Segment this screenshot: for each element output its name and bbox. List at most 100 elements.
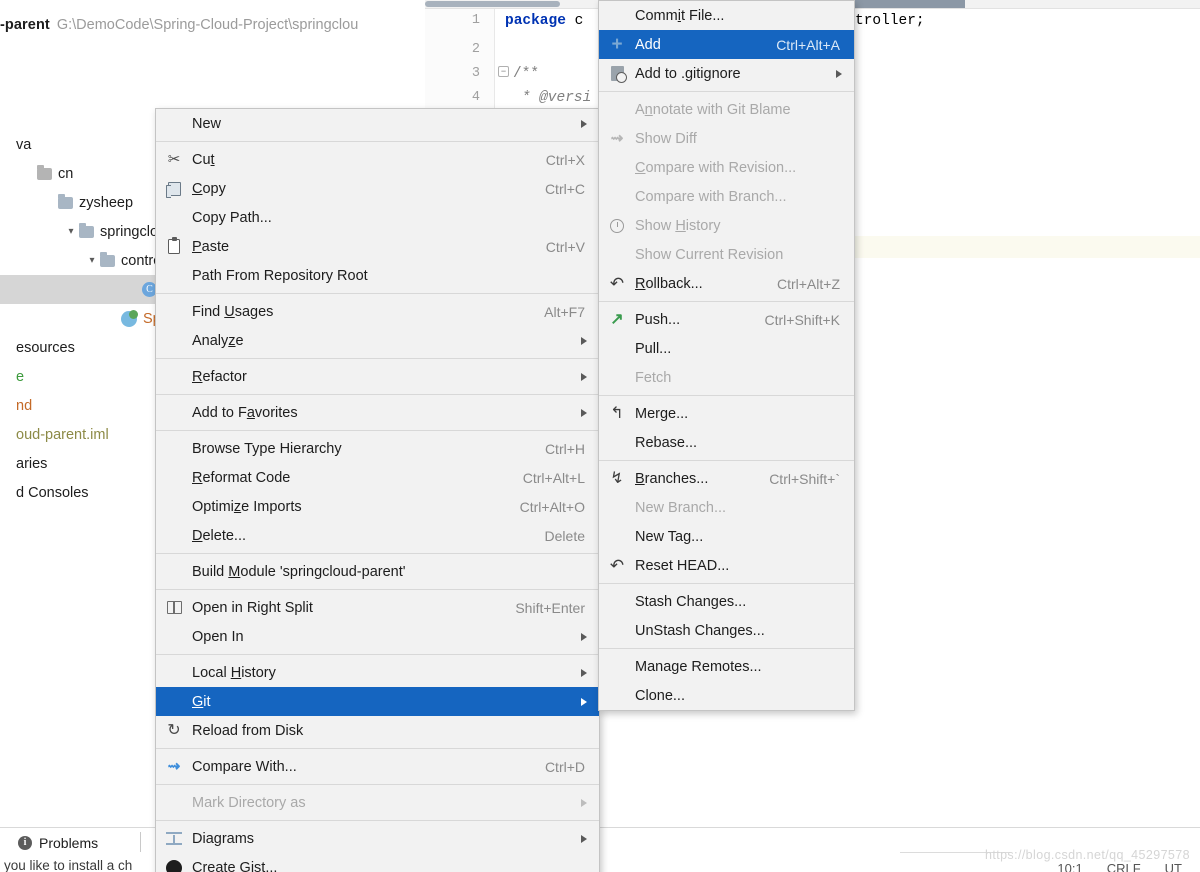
ide-screenshot: -parent G:\DemoCode\Spring-Cloud-Project… xyxy=(0,0,1200,872)
menu-item-add[interactable]: + Add Ctrl+Alt+A xyxy=(599,30,854,59)
editor-code-line: * @versi xyxy=(513,90,592,106)
menu-item-icon-slot: ↰ xyxy=(599,405,635,422)
menu-item-shortcut: Ctrl+Shift+K xyxy=(764,311,840,328)
menu-item-shortcut: Ctrl+Shift+` xyxy=(769,470,840,487)
menu-item-stash-changes[interactable]: Stash Changes... xyxy=(599,587,854,616)
rollback-icon: ↶ xyxy=(609,274,625,293)
editor-line-number: 1 xyxy=(471,13,480,28)
tree-item-label: d Consoles xyxy=(16,484,89,501)
menu-item-icon-slot xyxy=(599,218,635,233)
menu-item-build-module-springcloud-parent[interactable]: Build Module 'springcloud-parent' xyxy=(156,557,599,586)
split-view-icon xyxy=(166,601,182,614)
menu-item-label: UnStash Changes... xyxy=(635,622,765,639)
menu-separator xyxy=(599,301,854,302)
menu-item-open-in-right-split[interactable]: Open in Right Split Shift+Enter xyxy=(156,593,599,622)
menu-item-icon-slot: ↶ xyxy=(599,275,635,292)
menu-item-pull[interactable]: Pull... xyxy=(599,334,854,363)
menu-item-shortcut: Ctrl+C xyxy=(544,180,585,197)
menu-item-label: Pull... xyxy=(635,340,672,357)
menu-item-git[interactable]: Git xyxy=(156,687,599,716)
menu-item-find-usages[interactable]: Find Usages Alt+F7 xyxy=(156,297,599,326)
menu-separator xyxy=(156,784,599,785)
code-fold-icon[interactable]: − xyxy=(498,66,509,77)
menu-item-label: Open In xyxy=(192,628,244,645)
menu-item-label: Show History xyxy=(635,217,721,234)
editor-highlight-band xyxy=(855,236,1200,258)
folder-icon xyxy=(58,193,73,209)
notification-text: you like to install a ch xyxy=(4,858,133,872)
menu-item-clone[interactable]: Clone... xyxy=(599,681,854,710)
menu-item-icon-slot xyxy=(156,832,192,845)
menu-item-rebase[interactable]: Rebase... xyxy=(599,428,854,457)
menu-item-open-in[interactable]: Open In xyxy=(156,622,599,651)
submenu-arrow-icon xyxy=(581,632,587,641)
submenu-arrow-icon xyxy=(581,834,587,843)
menu-item-reformat-code[interactable]: Reformat Code Ctrl+Alt+L xyxy=(156,463,599,492)
menu-item-new-tag[interactable]: New Tag... xyxy=(599,522,854,551)
menu-item-show-history: Show History xyxy=(599,211,854,240)
menu-item-diagrams[interactable]: Diagrams xyxy=(156,824,599,853)
menu-item-label: Merge... xyxy=(635,405,689,422)
menu-item-label: New Branch... xyxy=(635,499,727,516)
menu-item-label: Mark Directory as xyxy=(192,794,306,811)
menu-item-branches[interactable]: ↯ Branches... Ctrl+Shift+` xyxy=(599,464,854,493)
menu-item-cut[interactable]: ✂ Cut Ctrl+X xyxy=(156,145,599,174)
menu-item-delete[interactable]: Delete... Delete xyxy=(156,521,599,550)
chevron-down-icon[interactable]: ▾ xyxy=(84,255,100,266)
tab-problems[interactable]: i Problems xyxy=(18,831,98,855)
menu-item-label: Diagrams xyxy=(192,830,255,847)
menu-item-reset-head[interactable]: ↶ Reset HEAD... xyxy=(599,551,854,580)
rollback-icon: ↶ xyxy=(609,556,625,575)
menu-item-copy-path[interactable]: Copy Path... xyxy=(156,203,599,232)
menu-item-label: Annotate with Git Blame xyxy=(635,101,791,118)
menu-item-browse-type-hierarchy[interactable]: Browse Type Hierarchy Ctrl+H xyxy=(156,434,599,463)
menu-item-label: Paste xyxy=(192,238,230,255)
menu-item-create-gist[interactable]: Create Gist... xyxy=(156,853,599,872)
show-diff-icon: ⇝ xyxy=(610,130,624,147)
status-item[interactable]: 10:1 xyxy=(1057,861,1082,872)
menu-item-merge[interactable]: ↰ Merge... xyxy=(599,399,854,428)
menu-item-new[interactable]: New xyxy=(156,109,599,138)
menu-item-compare-with[interactable]: ⇝ Compare With... Ctrl+D xyxy=(156,752,599,781)
menu-item-label: Reset HEAD... xyxy=(635,557,730,574)
editor-scroll-segment[interactable] xyxy=(840,0,965,8)
menu-item-push[interactable]: ↗ Push... Ctrl+Shift+K xyxy=(599,305,854,334)
menu-item-paste[interactable]: Paste Ctrl+V xyxy=(156,232,599,261)
menu-item-unstash-changes[interactable]: UnStash Changes... xyxy=(599,616,854,645)
editor-line-number: 2 xyxy=(471,42,480,57)
file-context-menu[interactable]: New ✂ Cut Ctrl+X Copy Ctrl+C Copy Path... Paste… xyxy=(155,108,600,872)
tree-item-label: cn xyxy=(58,165,74,182)
chevron-down-icon[interactable]: ▾ xyxy=(63,226,79,237)
menu-item-commit-file[interactable]: Commit File... xyxy=(599,1,854,30)
editor-scroll-thumb[interactable] xyxy=(425,1,560,7)
menu-item-optimize-imports[interactable]: Optimize Imports Ctrl+Alt+O xyxy=(156,492,599,521)
menu-item-add-to-favorites[interactable]: Add to Favorites xyxy=(156,398,599,427)
menu-item-local-history[interactable]: Local History xyxy=(156,658,599,687)
copy-icon xyxy=(165,181,181,198)
menu-item-rollback[interactable]: ↶ Rollback... Ctrl+Alt+Z xyxy=(599,269,854,298)
menu-item-analyze[interactable]: Analyze xyxy=(156,326,599,355)
menu-item-show-current-revision: Show Current Revision xyxy=(599,240,854,269)
menu-item-new-branch: New Branch... xyxy=(599,493,854,522)
submenu-arrow-icon xyxy=(581,119,587,128)
submenu-arrow-icon xyxy=(581,798,587,807)
menu-item-icon-slot xyxy=(599,66,635,83)
menu-item-label: New Tag... xyxy=(635,528,704,545)
plus-icon: + xyxy=(611,34,623,55)
menu-item-reload-from-disk[interactable]: ↻ Reload from Disk xyxy=(156,716,599,745)
git-submenu[interactable]: Commit File... + Add Ctrl+Alt+A Add to .giti… xyxy=(598,0,855,711)
menu-item-refactor[interactable]: Refactor xyxy=(156,362,599,391)
menu-item-label: Copy xyxy=(192,180,226,197)
menu-item-label: Rebase... xyxy=(635,434,698,451)
menu-item-copy[interactable]: Copy Ctrl+C xyxy=(156,174,599,203)
github-icon xyxy=(166,859,182,872)
menu-item-add-to-gitignore[interactable]: Add to .gitignore xyxy=(599,59,854,88)
menu-item-path-from-repository-root[interactable]: Path From Repository Root xyxy=(156,261,599,290)
menu-item-label: Show Diff xyxy=(635,130,697,147)
menu-item-icon-slot xyxy=(156,601,192,614)
menu-item-manage-remotes[interactable]: Manage Remotes... xyxy=(599,652,854,681)
menu-item-icon-slot: ⇝ xyxy=(156,759,192,774)
status-item[interactable]: UT xyxy=(1165,861,1182,872)
menu-item-label: Delete... xyxy=(192,527,247,544)
status-item[interactable]: CRLF xyxy=(1107,861,1141,872)
